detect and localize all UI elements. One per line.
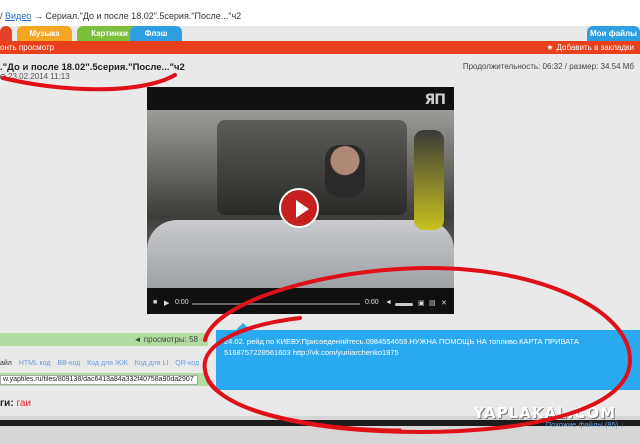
driver-figure (325, 145, 365, 197)
tab-video-active[interactable] (0, 26, 12, 41)
file-link-row: w.yapfiles.ru/files/809138/dac6413a84a33… (0, 373, 208, 386)
comment-text: 24.02. рейд по КИЕВУ.Присоеденяйтесь.098… (224, 337, 579, 357)
video-frame[interactable] (147, 110, 454, 288)
top-header: / Видео → Сериал."До и после 18.02".5сер… (0, 0, 640, 26)
tags: ги: гаи (0, 398, 31, 409)
breadcrumb-link-video[interactable]: Видео (5, 11, 31, 21)
embed-codes: айл HTML код BB-код Код для ЖЖ Код для L… (0, 360, 204, 367)
car-hood (147, 220, 454, 288)
continue-viewing-link[interactable]: онть просмотр (0, 41, 54, 54)
action-bar: онть просмотр ★ Добавить в закладки (0, 41, 640, 54)
player-controls: ■ ▶ 0:00 0:00 ◄ ▣ ▤ ✕ (147, 297, 454, 311)
breadcrumb: / Видео → Сериал."До и после 18.02".5сер… (0, 11, 241, 21)
settings-icon[interactable]: ▣ (418, 299, 425, 307)
comment-bubble: 24.02. рейд по КИЕВУ.Присоеденяйтесь.098… (216, 323, 640, 390)
view-count: ◄ просмотры: 58 (133, 335, 198, 344)
file-link-input[interactable]: w.yapfiles.ru/files/809138/dac6413a84a33… (0, 375, 198, 385)
code-bb-link[interactable]: BB-код (58, 360, 81, 367)
play-small-icon[interactable]: ▶ (164, 299, 169, 307)
code-html-link[interactable]: HTML код (19, 360, 51, 367)
officer-figure (414, 130, 444, 230)
tab-flash[interactable]: Флэш (130, 26, 182, 41)
breadcrumb-separator: → (31, 11, 46, 21)
watermark-logo: ЯП (424, 92, 446, 108)
code-file-label: айл (0, 360, 12, 367)
add-bookmark-button[interactable]: ★ Добавить в закладки (546, 41, 634, 54)
volume-icon[interactable]: ◄ (385, 299, 392, 306)
play-icon[interactable] (279, 188, 319, 228)
code-li-link[interactable]: Код для LI (135, 360, 169, 367)
tab-my-files[interactable]: Мои файлы (587, 26, 640, 41)
time-elapsed: 0:00 (175, 299, 189, 306)
video-header: ."До и после 18.02".5серия."После..."ч2 … (0, 54, 640, 84)
volume-slider[interactable] (395, 303, 413, 306)
tab-music[interactable]: Музыка (17, 26, 72, 41)
video-info: Продолжительность: 06:32 / размер: 34.54… (462, 62, 634, 71)
tag-link[interactable]: гаи (16, 398, 31, 409)
video-date: 23.02.2014 11:13 (0, 72, 70, 81)
seek-bar[interactable] (192, 303, 360, 305)
time-total: 0:00 (365, 299, 379, 306)
category-tabs: Музыка Картинки Флэш Мои файлы (0, 26, 640, 41)
video-player[interactable]: ЯП ■ ▶ 0:00 0:00 ◄ ▣ ▤ ✕ (147, 87, 454, 314)
video-date-value: 23.02.2014 11:13 (8, 72, 70, 81)
stats-bar: ◄ просмотры: 58 (0, 333, 208, 346)
breadcrumb-current: Сериал."До и после 18.02".5серия."После.… (45, 11, 242, 21)
code-lj-link[interactable]: Код для ЖЖ (87, 360, 128, 367)
tags-label: ги: (0, 398, 14, 409)
add-bookmark-label: Добавить в закладки (556, 43, 634, 52)
stop-icon[interactable]: ■ (153, 299, 157, 306)
fullscreen-icon[interactable]: ✕ (441, 299, 447, 307)
star-icon: ★ (546, 43, 554, 52)
code-qr-link[interactable]: QR-код (175, 360, 199, 367)
clock-icon (0, 74, 6, 80)
window-icon[interactable]: ▤ (429, 299, 436, 307)
similar-files-link[interactable]: Похожие файлы (85) ↓ (546, 420, 624, 429)
